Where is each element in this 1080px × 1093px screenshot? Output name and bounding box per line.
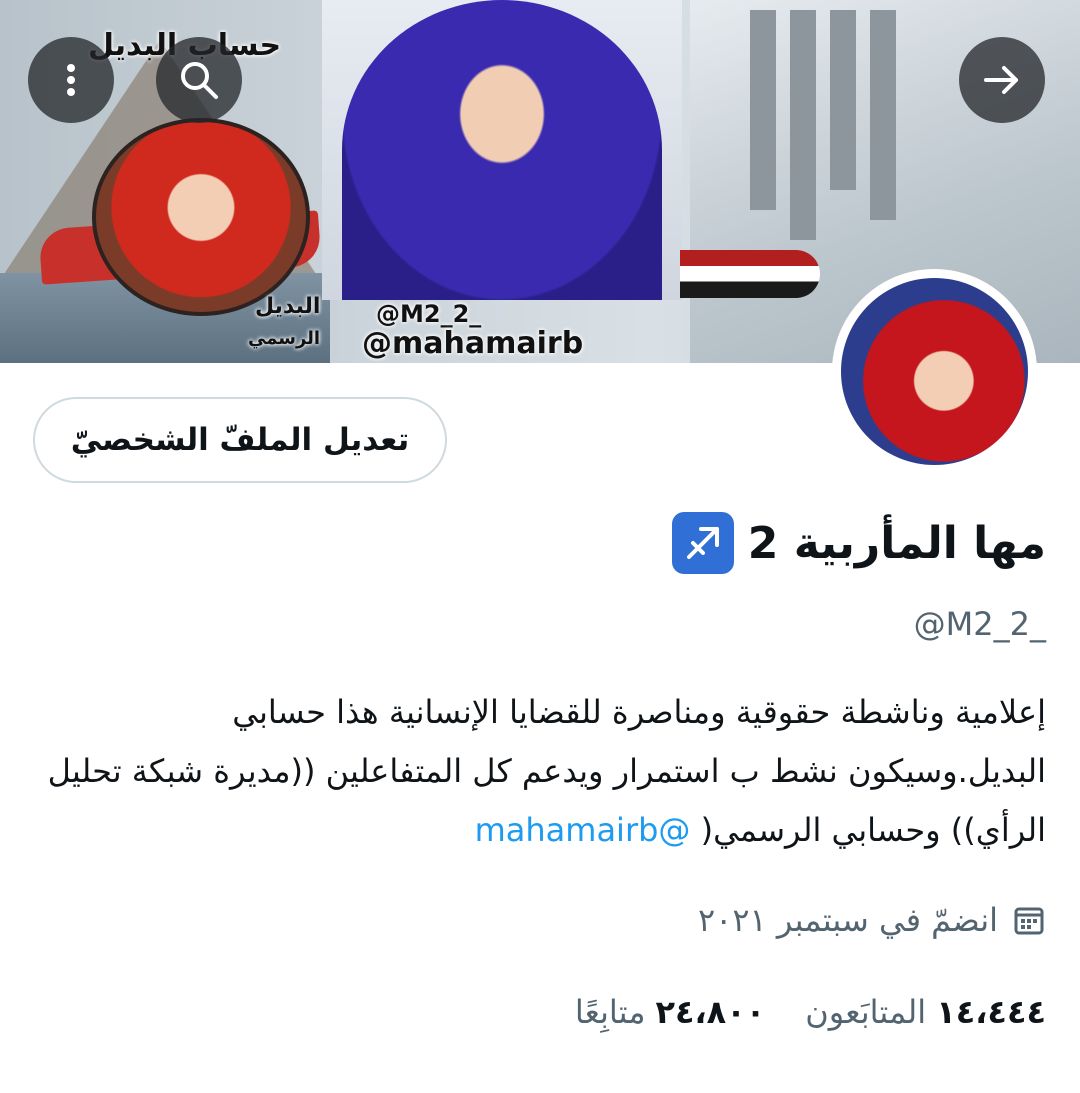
followers-label: المتابَعون (805, 993, 927, 1031)
banner-portrait (342, 0, 662, 300)
edit-profile-button[interactable]: تعديل الملفّ الشخصيّ (33, 397, 447, 483)
avatar[interactable] (832, 269, 1037, 474)
banner-pillar (790, 10, 816, 240)
banner-handle-alt: @M2_2_ (376, 300, 482, 328)
search-icon (181, 62, 218, 99)
forward-button[interactable] (959, 37, 1045, 123)
joined-date: انضمّ في سبتمبر ٢٠٢١ (697, 901, 998, 939)
banner-center-photo (322, 0, 682, 300)
avatar-image (841, 278, 1028, 465)
followers-count: ١٤،٤٤٤ (936, 993, 1046, 1031)
more-vertical-icon (67, 64, 75, 96)
following-link[interactable]: ٢٤،٨٠٠ متابِعًا (575, 993, 765, 1031)
followers-link[interactable]: ١٤،٤٤٤ المتابَعون (805, 993, 1046, 1031)
profile-name-row: مها المأربية 2 (671, 512, 1046, 574)
following-label: متابِعًا (574, 993, 646, 1031)
sagittarius-icon (671, 512, 734, 574)
profile-bio: إعلامية وناشطة حقوقية ومناصرة للقضايا ال… (34, 683, 1046, 860)
more-options-button[interactable] (28, 37, 114, 123)
joined-date-row: انضمّ في سبتمبر ٢٠٢١ (698, 901, 1046, 939)
banner-pillar (830, 10, 856, 190)
profile-handle: @M2_2_ (913, 605, 1046, 643)
bio-mention-link[interactable]: @mahamairb (475, 811, 691, 849)
banner-flag (680, 250, 820, 298)
calendar-icon (1014, 907, 1044, 935)
banner-handle-official: @mahamairb (362, 326, 584, 361)
follow-stats: ١٤،٤٤٤ المتابَعون ٢٤،٨٠٠ متابِعًا (575, 993, 1046, 1031)
arrow-right-icon (984, 66, 1018, 94)
banner-label-official: الرسمي (248, 328, 321, 349)
display-name: مها المأربية 2 (747, 517, 1046, 569)
banner-circle-photo (92, 118, 310, 316)
banner-label-alt: البديل (255, 294, 321, 319)
search-button[interactable] (156, 37, 242, 123)
following-count: ٢٤،٨٠٠ (655, 993, 766, 1031)
banner-pillar (750, 10, 776, 210)
banner-pillar (870, 10, 896, 220)
profile-page: حساب البديل البديل الرسمي @M2_2_ @mahama… (0, 0, 1080, 1093)
